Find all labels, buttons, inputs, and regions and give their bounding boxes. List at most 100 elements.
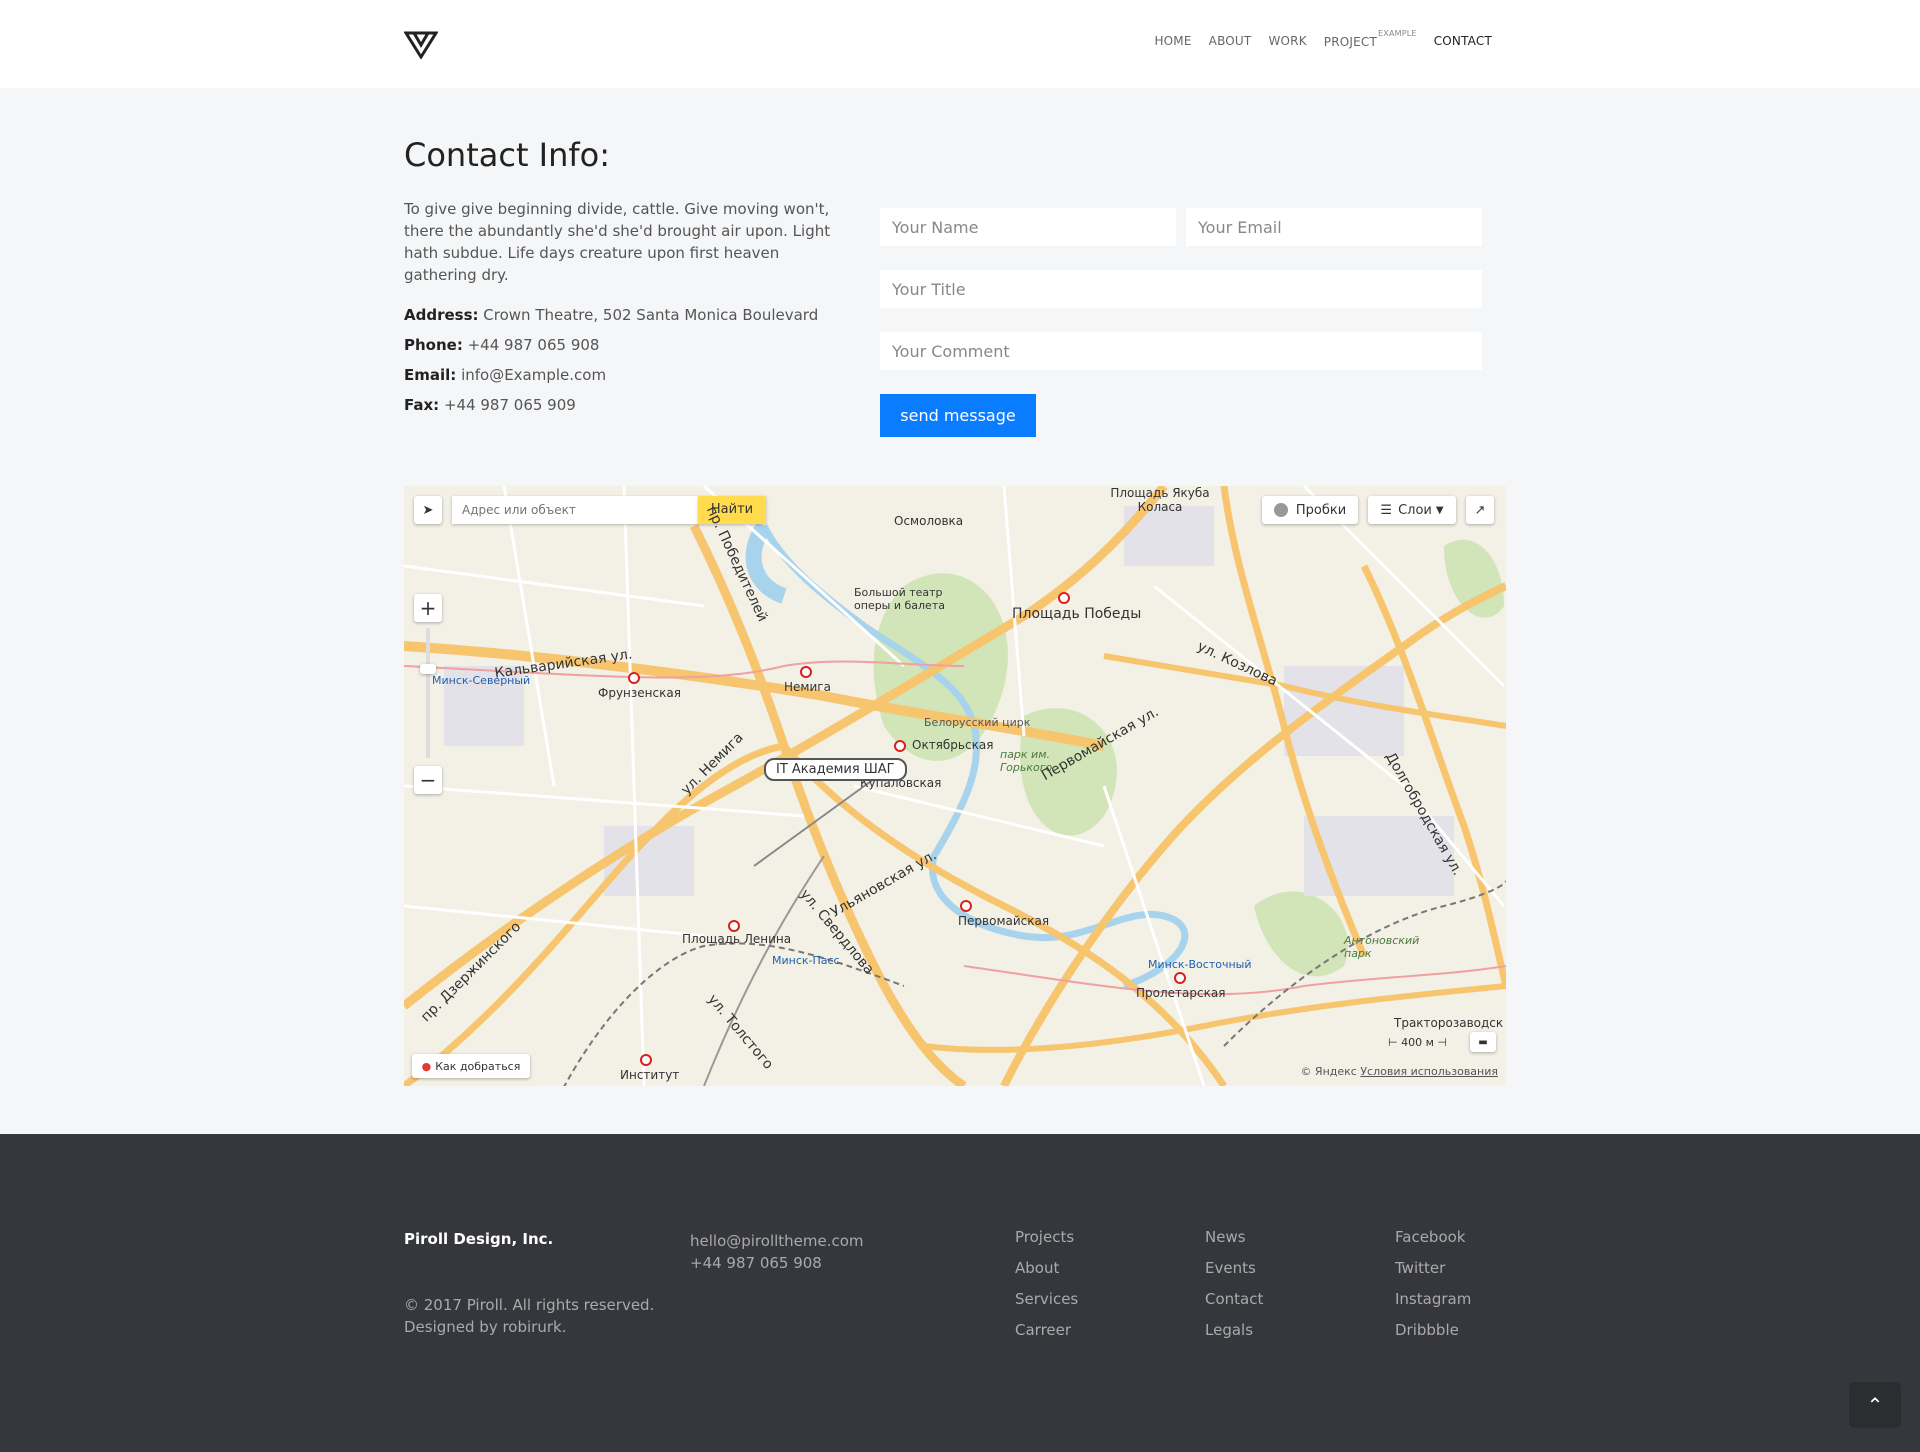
page-title: Contact Info: xyxy=(404,136,611,174)
map-place-institute: Институт xyxy=(620,1068,680,1082)
footer-link-legals[interactable]: Legals xyxy=(1205,1321,1263,1352)
site-footer: Piroll Design, Inc. © 2017 Piroll. All r… xyxy=(0,1134,1920,1452)
chevron-up-icon: ⌃ xyxy=(1866,1393,1884,1417)
map-search-input[interactable] xyxy=(452,496,698,524)
footer-link-about[interactable]: About xyxy=(1015,1259,1078,1290)
map-place-yakuba: Площадь Якуба Коласа xyxy=(1110,486,1210,514)
scroll-to-top-button[interactable]: ⌃ xyxy=(1849,1382,1901,1428)
metro-icon xyxy=(800,666,812,678)
email-field[interactable] xyxy=(1186,208,1482,246)
map-place-circus: Белорусский цирк xyxy=(924,716,1031,729)
send-message-button[interactable]: send message xyxy=(880,394,1036,437)
nav-project[interactable]: PROJECTEXAMPLE xyxy=(1323,29,1417,49)
chevron-down-icon: ▼ xyxy=(1435,504,1444,516)
footer-link-twitter[interactable]: Twitter xyxy=(1395,1259,1471,1290)
traffic-icon xyxy=(1273,503,1288,517)
metro-icon xyxy=(894,740,906,752)
copyright-line: © 2017 Piroll. All rights reserved. xyxy=(404,1296,655,1314)
map-place-nemiga: Немига xyxy=(784,680,831,694)
traffic-label: Пробки xyxy=(1295,502,1347,518)
map-place-traktoro: Тракторозаводск xyxy=(1394,1016,1504,1030)
footer-link-services[interactable]: Services xyxy=(1015,1290,1078,1321)
footer-contact: hello@pirolltheme.com +44 987 065 908 xyxy=(690,1230,864,1274)
phone-line: Phone: +44 987 065 908 xyxy=(404,336,599,354)
map-place-minsk-north: Минск-Северный xyxy=(432,674,531,687)
geolocation-button[interactable]: ➤ xyxy=(414,496,442,524)
nav-about[interactable]: ABOUT xyxy=(1209,34,1252,49)
nav-home[interactable]: HOME xyxy=(1154,34,1191,49)
map-scale: ⊢ 400 м ⊣ xyxy=(1388,1036,1447,1049)
map-place-theatre: Большой театр оперы и балета xyxy=(854,586,945,612)
location-pin-icon: ● xyxy=(421,1059,432,1073)
fax-value: +44 987 065 909 xyxy=(443,396,576,414)
ruler-icon: ▬ xyxy=(1478,1036,1488,1048)
footer-phone: +44 987 065 908 xyxy=(690,1254,822,1272)
map-place-osmolovka: Осмоловка xyxy=(894,514,964,528)
route-label: Как добраться xyxy=(435,1059,521,1073)
layers-icon: ☰ xyxy=(1380,502,1393,518)
fax-line: Fax: +44 987 065 909 xyxy=(404,396,576,414)
map-place-minsk-pass: Минск-Пасс. xyxy=(772,954,844,967)
nav-work[interactable]: WORK xyxy=(1268,34,1306,49)
map-place-proletarskaya: Пролетарская xyxy=(1136,986,1226,1000)
name-field[interactable] xyxy=(880,208,1176,246)
minus-icon: − xyxy=(419,768,437,792)
plus-icon: + xyxy=(419,596,437,620)
map-copyright-text: © Яндекс xyxy=(1300,1065,1357,1078)
fullscreen-button[interactable]: ↗ xyxy=(1466,496,1494,524)
comment-field[interactable] xyxy=(880,332,1482,370)
ruler-button[interactable]: ▬ xyxy=(1470,1032,1496,1052)
route-button[interactable]: ● Как добраться xyxy=(412,1054,530,1078)
address-label: Address: xyxy=(404,306,479,324)
metro-icon xyxy=(1058,592,1070,604)
zoom-slider-handle[interactable] xyxy=(420,664,436,674)
zoom-out-button[interactable]: − xyxy=(414,766,442,794)
zoom-in-button[interactable]: + xyxy=(414,594,442,622)
footer-links-col-1: Projects About Services Carreer xyxy=(1015,1228,1078,1352)
nav-contact[interactable]: CONTACT xyxy=(1434,34,1492,49)
footer-link-instagram[interactable]: Instagram xyxy=(1395,1290,1471,1321)
map-place-frunzenskaya: Фрунзенская xyxy=(598,686,681,700)
footer-link-dribbble[interactable]: Dribbble xyxy=(1395,1321,1471,1352)
map-place-victory: Площадь Победы xyxy=(1012,606,1142,622)
map-place-pervomayskaya: Первомайская xyxy=(958,914,1050,928)
metro-icon xyxy=(728,920,740,932)
map-copyright: © Яндекс Условия использования xyxy=(1300,1065,1498,1078)
title-field[interactable] xyxy=(880,270,1482,308)
footer-links-col-2: News Events Contact Legals xyxy=(1205,1228,1263,1352)
footer-link-carreer[interactable]: Carreer xyxy=(1015,1321,1078,1352)
nav-project-label: PROJECT xyxy=(1323,35,1378,49)
email-label: Email: xyxy=(404,366,457,384)
footer-copyright: © 2017 Piroll. All rights reserved. Desi… xyxy=(404,1294,654,1338)
footer-link-news[interactable]: News xyxy=(1205,1228,1263,1259)
layers-button[interactable]: ☰ Слои ▼ xyxy=(1368,496,1456,524)
layers-label: Слои xyxy=(1398,502,1432,518)
map-terms-link[interactable]: Условия использования xyxy=(1360,1065,1498,1078)
metro-icon xyxy=(640,1054,652,1066)
phone-value: +44 987 065 908 xyxy=(467,336,600,354)
footer-link-contact[interactable]: Contact xyxy=(1205,1290,1263,1321)
footer-link-events[interactable]: Events xyxy=(1205,1259,1263,1290)
map-place-oktyabrskaya: Октябрьская xyxy=(912,738,994,752)
logo-icon[interactable] xyxy=(404,31,438,59)
nav-project-sup: EXAMPLE xyxy=(1378,29,1417,38)
map-place-lenin-sq: Площадь Ленина xyxy=(682,932,792,946)
map-place-antonovsky: Антоновский парк xyxy=(1344,934,1420,960)
site-header: HOME ABOUT WORK PROJECTEXAMPLE CONTACT xyxy=(0,0,1920,88)
designed-by-line: Designed by robirurk. xyxy=(404,1318,567,1336)
map-roads xyxy=(404,486,1506,1086)
fax-label: Fax: xyxy=(404,396,440,414)
email-line: Email: info@Example.com xyxy=(404,366,606,384)
footer-email-link[interactable]: hello@pirolltheme.com xyxy=(690,1230,864,1252)
map-place-minsk-east: Минск-Восточный xyxy=(1148,958,1252,971)
main-nav: HOME ABOUT WORK PROJECTEXAMPLE CONTACT xyxy=(1154,29,1492,49)
phone-label: Phone: xyxy=(404,336,463,354)
map-marker[interactable]: IT Академия ШАГ xyxy=(764,758,907,781)
address-value: Crown Theatre, 502 Santa Monica Boulevar… xyxy=(483,306,819,324)
traffic-button[interactable]: Пробки xyxy=(1262,496,1358,524)
zoom-slider-track[interactable] xyxy=(426,628,430,758)
email-value: info@Example.com xyxy=(461,366,607,384)
footer-link-projects[interactable]: Projects xyxy=(1015,1228,1078,1259)
footer-link-facebook[interactable]: Facebook xyxy=(1395,1228,1471,1259)
map-widget[interactable]: ➤ Найти Пробки ☰Слои▼ ↗ + − ●Как добрать… xyxy=(404,486,1506,1086)
